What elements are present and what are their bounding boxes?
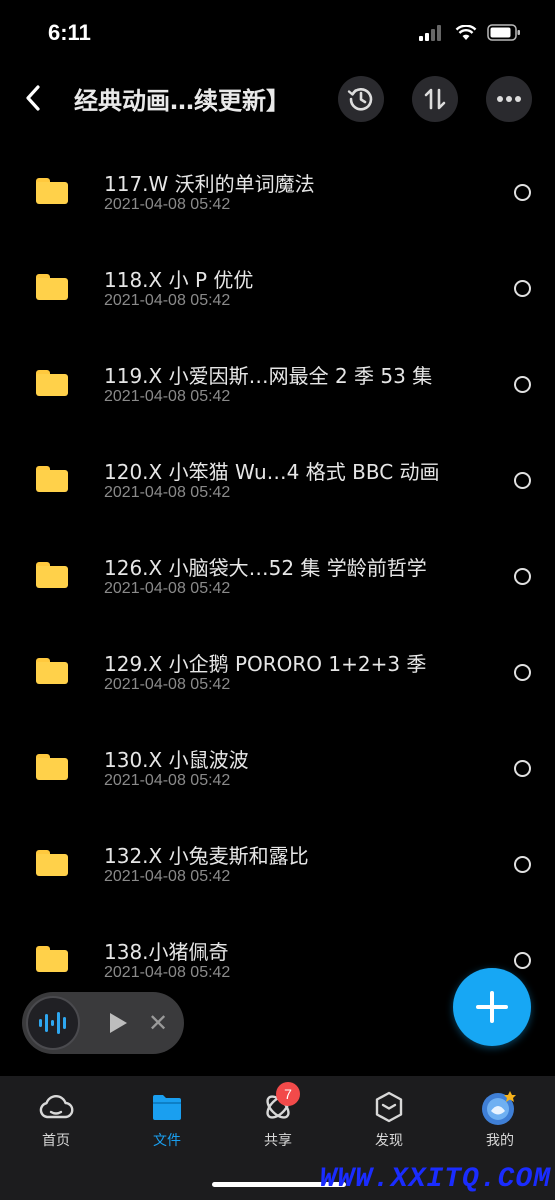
folder-icon — [36, 658, 68, 684]
file-date: 2021-04-08 05:42 — [104, 388, 231, 405]
file-name: 119.X 小爱因斯…网最全 2 季 53 集 — [104, 364, 433, 388]
file-row[interactable]: 120.X 小笨猫 Wu…4 格式 BBC 动画 2021-04-08 05:42 — [0, 432, 555, 528]
sort-button[interactable] — [412, 76, 458, 122]
file-date: 2021-04-08 05:42 — [104, 868, 231, 885]
select-radio[interactable] — [514, 472, 531, 489]
folder-icon — [36, 370, 68, 396]
file-date: 2021-04-08 05:42 — [104, 676, 231, 693]
notification-badge: 7 — [276, 1082, 300, 1106]
file-name: 120.X 小笨猫 Wu…4 格式 BBC 动画 — [104, 460, 440, 484]
chevron-left-icon — [26, 85, 40, 111]
file-name: 126.X 小脑袋大…52 集 学龄前哲学 — [104, 556, 427, 580]
folder-icon — [36, 754, 68, 780]
file-date: 2021-04-08 05:42 — [104, 580, 231, 597]
play-icon[interactable] — [108, 1012, 128, 1038]
wifi-icon — [455, 24, 477, 40]
file-row[interactable]: 118.X 小 P 优优 2021-04-08 05:42 — [0, 240, 555, 336]
file-date: 2021-04-08 05:42 — [104, 964, 231, 981]
folder-icon — [153, 1095, 181, 1120]
status-time: 6:11 — [48, 20, 91, 45]
battery-icon — [487, 24, 520, 41]
status-icons — [419, 24, 521, 41]
tab-label: 发现 — [375, 1133, 403, 1149]
file-row[interactable]: 119.X 小爱因斯…网最全 2 季 53 集 2021-04-08 05:42 — [0, 336, 555, 432]
add-button[interactable] — [453, 968, 531, 1046]
plus-icon — [476, 991, 508, 1023]
back-button[interactable] — [18, 80, 48, 116]
tab-label: 首页 — [42, 1133, 70, 1149]
tab-discover[interactable]: 发现 — [349, 1090, 429, 1150]
tab-label: 共享 — [264, 1133, 292, 1149]
file-date: 2021-04-08 05:42 — [104, 196, 231, 213]
tab-home[interactable]: 首页 — [16, 1090, 96, 1150]
folder-icon — [36, 946, 68, 972]
tab-label: 我的 — [486, 1133, 514, 1149]
watermark: WWW.XXITQ.COM — [319, 1164, 551, 1195]
more-button[interactable] — [486, 76, 532, 122]
folder-icon — [36, 274, 68, 300]
close-icon[interactable]: ✕ — [148, 1008, 168, 1038]
select-radio[interactable] — [514, 184, 531, 201]
file-row[interactable]: 129.X 小企鹅 PORORO 1+2+3 季 2021-04-08 05:42 — [0, 624, 555, 720]
folder-icon — [36, 466, 68, 492]
file-list[interactable]: 115.W 威比猪 Wibbly Pig2021-04-08 05:42117.… — [0, 92, 555, 1076]
select-radio[interactable] — [514, 760, 531, 777]
select-radio[interactable] — [514, 376, 531, 393]
tab-files[interactable]: 文件 — [127, 1090, 207, 1150]
file-date: 2021-04-08 05:42 — [104, 772, 231, 789]
file-name: 117.W 沃利的单词魔法 — [104, 172, 315, 196]
tab-label: 文件 — [153, 1133, 181, 1149]
page-title: 经典动画…续更新】 — [74, 87, 290, 115]
file-row[interactable]: 126.X 小脑袋大…52 集 学龄前哲学 2021-04-08 05:42 — [0, 528, 555, 624]
folder-icon — [36, 850, 68, 876]
file-name: 138.小猪佩奇 — [104, 940, 229, 964]
file-name: 129.X 小企鹅 PORORO 1+2+3 季 — [104, 652, 427, 676]
audio-mini-player[interactable]: ✕ — [22, 992, 184, 1054]
file-name: 130.X 小鼠波波 — [104, 748, 249, 772]
select-radio[interactable] — [514, 952, 531, 969]
select-radio[interactable] — [514, 568, 531, 585]
avatar-icon — [482, 1091, 516, 1125]
select-radio[interactable] — [514, 280, 531, 297]
folder-icon — [36, 178, 68, 204]
select-radio[interactable] — [514, 856, 531, 873]
file-name: 132.X 小兔麦斯和露比 — [104, 844, 309, 868]
signal-icon — [419, 24, 441, 41]
history-icon — [347, 87, 373, 111]
file-row[interactable]: 117.W 沃利的单词魔法 2021-04-08 05:42 — [0, 144, 555, 240]
header: 经典动画…续更新】 — [0, 70, 555, 128]
file-date: 2021-04-08 05:42 — [104, 292, 231, 309]
folder-icon — [36, 562, 68, 588]
tab-share[interactable]: 7 共享 — [238, 1082, 318, 1150]
audio-wave-icon[interactable] — [26, 996, 80, 1050]
file-date: 2021-04-08 05:42 — [104, 484, 231, 501]
more-icon — [497, 96, 521, 102]
sort-icon — [424, 88, 446, 110]
select-radio[interactable] — [514, 664, 531, 681]
file-row[interactable]: 130.X 小鼠波波 2021-04-08 05:42 — [0, 720, 555, 816]
status-bar: 6:11 — [0, 0, 555, 70]
file-row[interactable]: 132.X 小兔麦斯和露比 2021-04-08 05:42 — [0, 816, 555, 912]
history-button[interactable] — [338, 76, 384, 122]
file-name: 118.X 小 P 优优 — [104, 268, 254, 292]
cube-icon — [375, 1091, 403, 1123]
tab-profile[interactable]: 我的 — [460, 1090, 540, 1150]
cloud-icon — [39, 1095, 74, 1119]
